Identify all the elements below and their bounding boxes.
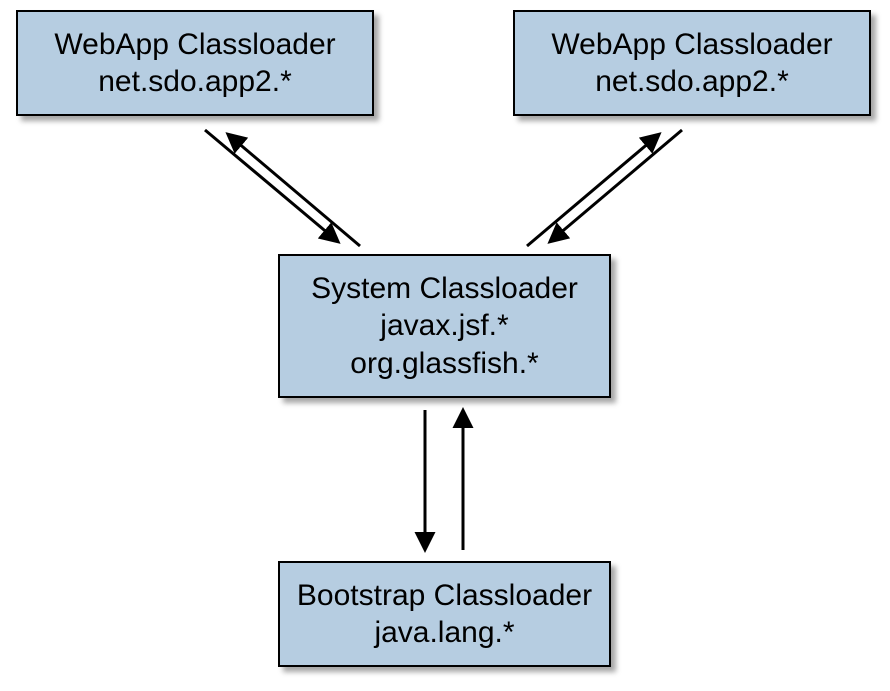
- webapp-classloader-right-box: WebApp Classloader net.sdo.app2.*: [513, 10, 871, 116]
- system-classloader-box: System Classloader javax.jsf.* org.glass…: [278, 254, 611, 398]
- arrow-webapp-left-to-system: [205, 130, 336, 240]
- box-subtitle: net.sdo.app2.*: [595, 63, 789, 101]
- box-title: WebApp Classloader: [551, 26, 832, 64]
- box-title: WebApp Classloader: [54, 26, 335, 64]
- arrow-webapp-right-to-system: [552, 130, 682, 240]
- arrow-system-to-webapp-left: [230, 136, 360, 246]
- box-line3: org.glassfish.*: [350, 345, 538, 383]
- classloader-diagram: WebApp Classloader net.sdo.app2.* WebApp…: [0, 0, 890, 691]
- webapp-classloader-left-box: WebApp Classloader net.sdo.app2.*: [16, 10, 374, 116]
- box-subtitle: net.sdo.app2.*: [98, 63, 292, 101]
- bootstrap-classloader-box: Bootstrap Classloader java.lang.*: [278, 561, 611, 667]
- box-subtitle: java.lang.*: [374, 614, 514, 652]
- box-line2: javax.jsf.*: [380, 307, 508, 345]
- box-title: System Classloader: [311, 270, 578, 308]
- box-title: Bootstrap Classloader: [297, 577, 592, 615]
- arrow-system-to-webapp-right: [527, 136, 657, 246]
